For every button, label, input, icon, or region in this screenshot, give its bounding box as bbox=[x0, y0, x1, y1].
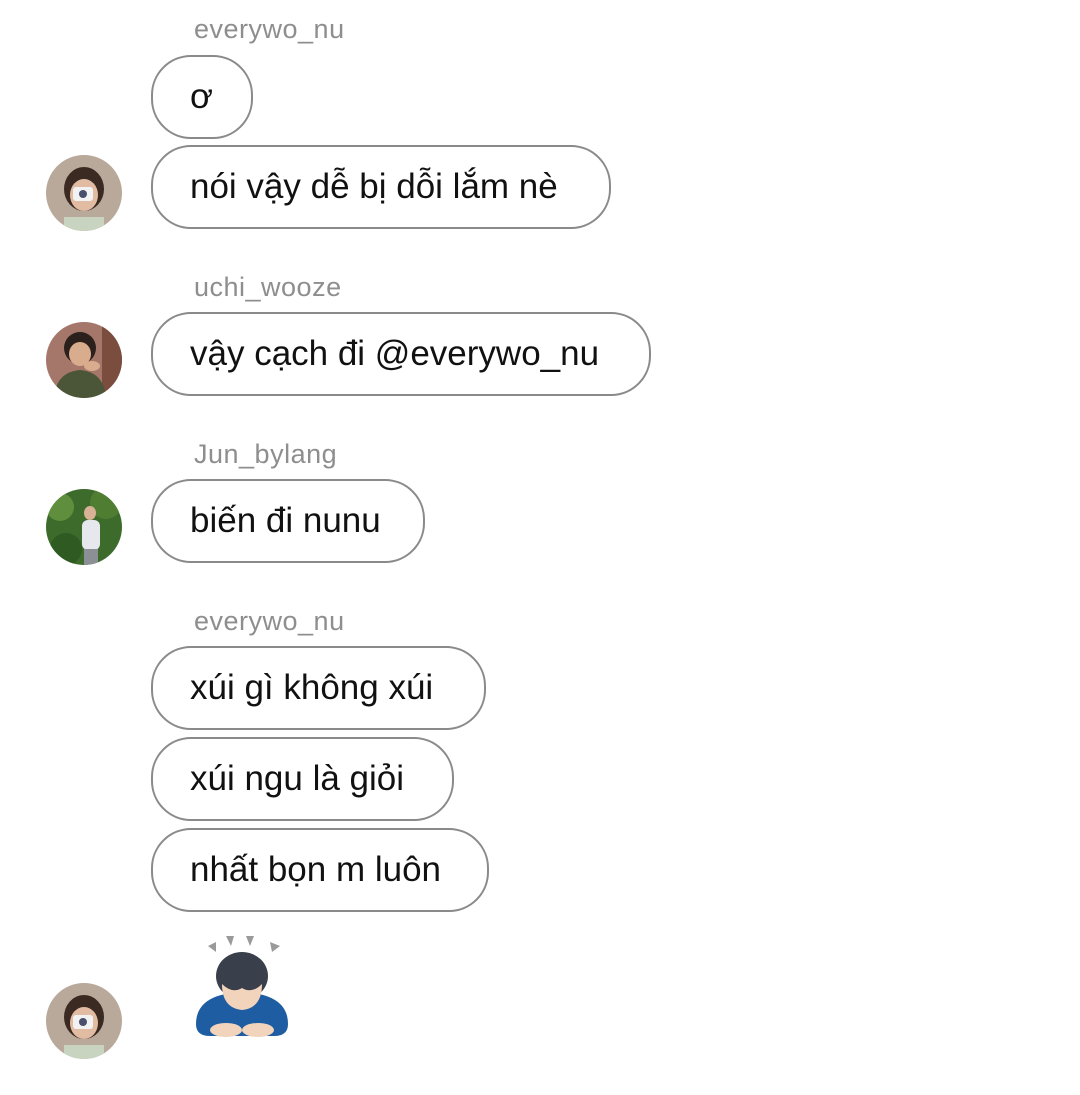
sender-name[interactable]: uchi_wooze bbox=[194, 272, 342, 303]
avatar[interactable] bbox=[46, 983, 122, 1059]
camera-boy-avatar-image bbox=[46, 983, 122, 1059]
message-bubble[interactable]: nhất bọn m luôn bbox=[151, 828, 489, 912]
avatar[interactable] bbox=[46, 155, 122, 231]
message-bubble[interactable]: ơ bbox=[151, 55, 253, 139]
message-text: xúi ngu là giỏi bbox=[190, 759, 405, 798]
message-text: nói vậy dễ bị dỗi lắm nè bbox=[190, 167, 558, 206]
forest-avatar-image bbox=[46, 489, 122, 565]
sender-name[interactable]: everywo_nu bbox=[194, 606, 345, 637]
message-bubble[interactable]: xúi gì không xúi bbox=[151, 646, 486, 730]
message-bubble[interactable]: nói vậy dễ bị dỗi lắm nè bbox=[151, 145, 611, 229]
sender-name[interactable]: everywo_nu bbox=[194, 14, 345, 45]
message-bubble[interactable]: biến đi nunu bbox=[151, 479, 425, 563]
sender-name[interactable]: Jun_bylang bbox=[194, 439, 337, 470]
person-bowing-emoji[interactable] bbox=[190, 932, 300, 1042]
message-bubble[interactable]: xúi ngu là giỏi bbox=[151, 737, 454, 821]
message-bubble[interactable]: vậy cạch đi @everywo_nu bbox=[151, 312, 651, 396]
avatar[interactable] bbox=[46, 489, 122, 565]
person-bowing-icon bbox=[196, 936, 288, 1037]
green-shirt-avatar-image bbox=[46, 322, 122, 398]
message-text: xúi gì không xúi bbox=[190, 668, 434, 707]
message-text: biến đi nunu bbox=[190, 501, 381, 540]
camera-boy-avatar-image bbox=[46, 155, 122, 231]
message-text: vậy cạch đi @everywo_nu bbox=[190, 334, 600, 373]
message-text: nhất bọn m luôn bbox=[190, 850, 442, 889]
message-text: ơ bbox=[190, 77, 213, 116]
avatar[interactable] bbox=[46, 322, 122, 398]
